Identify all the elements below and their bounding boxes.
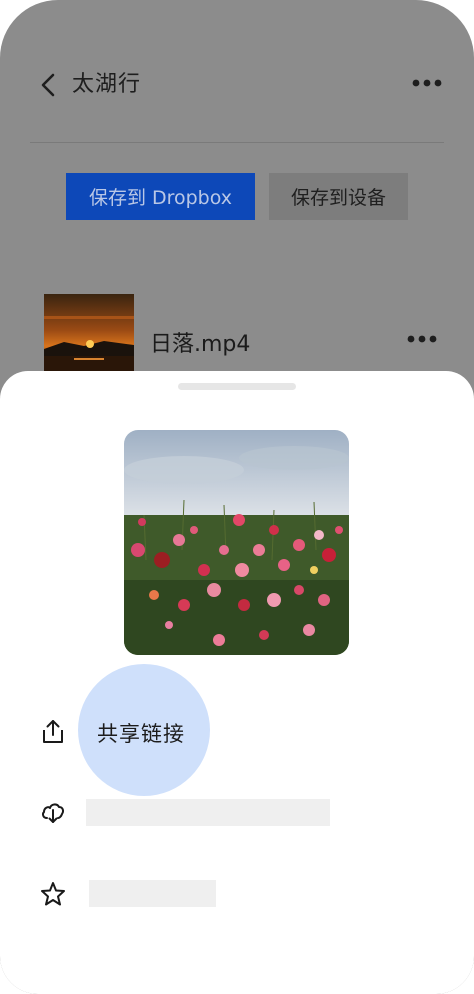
more-horizontal-icon[interactable]: [410, 72, 444, 94]
save-to-device-button[interactable]: 保存到设备: [269, 173, 408, 220]
header: 太湖行: [0, 0, 474, 143]
star-action[interactable]: [0, 864, 474, 924]
save-to-dropbox-button[interactable]: 保存到 Dropbox: [66, 173, 255, 220]
share-upload-icon: [43, 720, 63, 743]
sheet-drag-handle[interactable]: [178, 383, 296, 390]
download-cloud-icon: [42, 803, 64, 823]
star-icon: [41, 882, 65, 906]
header-divider: [30, 142, 444, 143]
share-link-action[interactable]: [0, 704, 474, 764]
save-offline-action[interactable]: [0, 784, 474, 844]
file-thumbnail: [44, 294, 134, 374]
bottom-sheet: 共享链接: [0, 371, 474, 994]
app-screen: 太湖行 保存到 Dropbox 保存到设备 日落.mp4 共享链接: [0, 0, 474, 994]
image-preview: [124, 430, 349, 655]
more-horizontal-icon[interactable]: [405, 328, 439, 350]
chevron-left-icon[interactable]: [36, 70, 62, 100]
action-label-placeholder: [89, 880, 216, 907]
page-title: 太湖行: [72, 72, 142, 97]
file-row[interactable]: 日落.mp4: [0, 290, 474, 374]
action-label-placeholder: [86, 799, 330, 826]
share-link-label: 共享链接: [97, 722, 185, 746]
file-name: 日落.mp4: [150, 332, 251, 357]
